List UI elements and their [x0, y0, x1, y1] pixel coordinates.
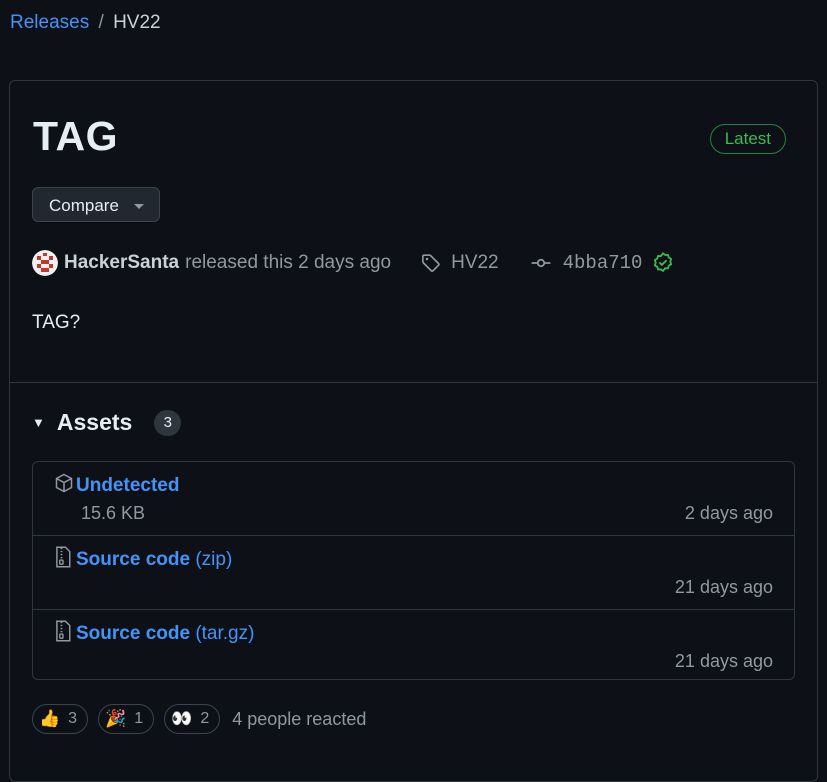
- reaction-hooray-button[interactable]: 🎉 1: [98, 704, 155, 734]
- assets-list: Undetected 15.6 KB 2 days ago Source cod…: [32, 461, 795, 680]
- tag-name: HV22: [451, 252, 499, 273]
- avatar[interactable]: [32, 250, 58, 276]
- assets-count-badge: 3: [154, 409, 182, 436]
- asset-date: 21 days ago: [674, 651, 773, 671]
- reaction-thumbs-up-button[interactable]: 👍 3: [32, 704, 89, 734]
- asset-row: Source code (tar.gz) 21 days ago: [33, 610, 794, 683]
- release-notes: TAG?: [32, 312, 81, 333]
- compare-button[interactable]: Compare: [32, 187, 160, 222]
- commit-sha: 4bba710: [562, 252, 643, 274]
- reactions-bar: 👍 3 🎉 1 👀 2 4 people reacted: [32, 704, 366, 734]
- asset-row: Undetected 15.6 KB 2 days ago: [33, 462, 794, 536]
- thumbs-up-icon: 👍: [39, 709, 61, 728]
- reactions-summary: 4 people reacted: [232, 708, 367, 729]
- asset-ext: (tar.gz): [195, 623, 255, 644]
- asset-date: 2 days ago: [684, 503, 773, 523]
- file-zip-icon: [54, 546, 72, 573]
- tag-link[interactable]: HV22: [421, 252, 499, 274]
- asset-link[interactable]: Source code (tar.gz): [76, 623, 254, 645]
- reaction-count: 1: [134, 710, 144, 727]
- divider: [10, 382, 817, 383]
- reaction-count: 3: [68, 710, 78, 727]
- released-text: released this 2 days ago: [185, 252, 392, 273]
- asset-link[interactable]: Source code (zip): [76, 549, 232, 571]
- asset-name: Source code: [76, 623, 191, 644]
- author-link[interactable]: HackerSanta: [64, 252, 179, 274]
- party-popper-icon: 🎉: [105, 709, 127, 728]
- assets-toggle[interactable]: ▼ Assets 3: [32, 409, 182, 436]
- breadcrumb-current: HV22: [113, 12, 161, 33]
- package-icon: [54, 472, 74, 499]
- release-title[interactable]: TAG: [33, 113, 118, 160]
- asset-row: Source code (zip) 21 days ago: [33, 536, 794, 610]
- compare-label: Compare: [49, 196, 119, 215]
- reaction-eyes-button[interactable]: 👀 2: [164, 704, 221, 734]
- triangle-down-icon: ▼: [32, 415, 45, 430]
- tag-icon: [422, 254, 440, 272]
- latest-badge: Latest: [709, 124, 786, 154]
- breadcrumb-separator: /: [98, 12, 104, 33]
- reaction-count: 2: [200, 710, 210, 727]
- assets-heading: Assets: [56, 409, 133, 435]
- asset-name: Source code: [76, 549, 191, 570]
- caret-down-icon: [134, 204, 144, 209]
- release-meta: HackerSanta released this 2 days ago HV2…: [32, 248, 674, 278]
- verified-icon[interactable]: [652, 252, 674, 274]
- breadcrumb: Releases / HV22: [10, 12, 161, 34]
- asset-size: 15.6 KB: [81, 503, 146, 523]
- asset-date: 21 days ago: [674, 577, 773, 597]
- asset-link[interactable]: Undetected: [76, 475, 179, 497]
- commit-link[interactable]: 4bba710: [531, 252, 675, 274]
- asset-name: Undetected: [76, 475, 180, 496]
- file-zip-icon: [54, 620, 72, 647]
- release-card: TAG Latest Compare HackerSanta released …: [9, 80, 818, 782]
- git-commit-icon: [531, 258, 550, 268]
- asset-ext: (zip): [195, 549, 233, 570]
- eyes-icon: 👀: [171, 709, 193, 728]
- breadcrumb-releases-link[interactable]: Releases: [10, 12, 89, 33]
